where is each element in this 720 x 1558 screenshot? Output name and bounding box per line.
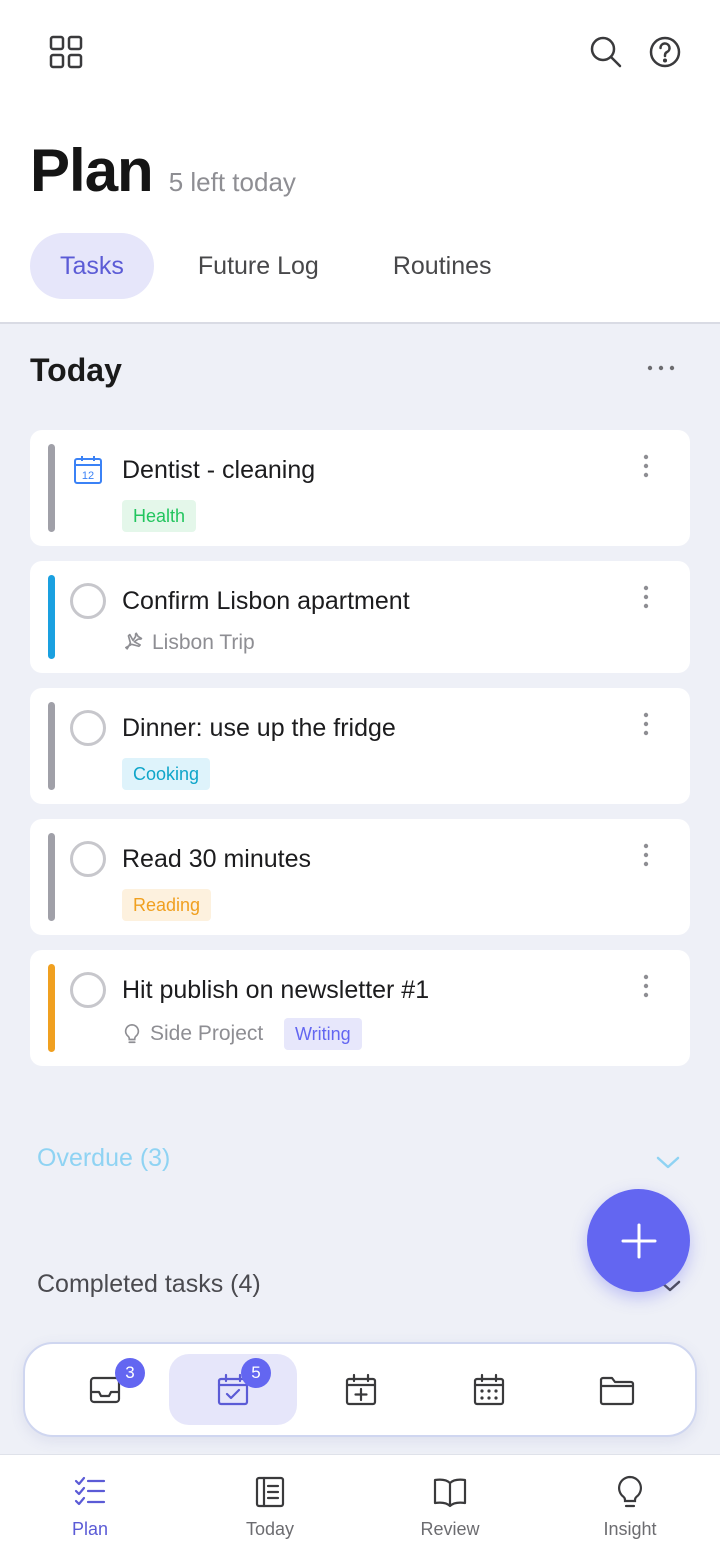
task-tag[interactable]: Cooking [122, 758, 211, 790]
task-title: Dentist - cleaning [122, 456, 316, 484]
inbox-badge: 3 [115, 1358, 145, 1388]
task-card[interactable]: Read 30 minutes Reading [30, 819, 690, 935]
help-button[interactable] [641, 28, 689, 76]
checklist-icon [74, 1476, 106, 1506]
task-card[interactable]: Dinner: use up the fridge Cooking [30, 688, 690, 804]
more-vertical-icon [643, 974, 649, 998]
dock-inbox[interactable]: 3 [41, 1354, 169, 1425]
task-menu-button[interactable] [630, 966, 662, 1006]
folder-icon [599, 1376, 635, 1405]
more-vertical-icon [643, 843, 649, 867]
task-card[interactable]: 12 Dentist - cleaning Health [30, 430, 690, 546]
nav-insight-label: Insight [603, 1519, 657, 1539]
tasks-left-count: 5 left today [168, 167, 296, 197]
help-icon [649, 36, 681, 68]
nav-insight[interactable]: Insight [570, 1475, 690, 1540]
tab-routines[interactable]: Routines [363, 233, 522, 299]
search-button[interactable] [582, 28, 630, 76]
task-project[interactable]: Lisbon Trip [122, 631, 255, 655]
priority-bar [48, 964, 55, 1052]
task-menu-button[interactable] [630, 577, 662, 617]
task-project-label: Side Project [150, 1022, 264, 1045]
add-task-button[interactable] [587, 1189, 690, 1292]
task-title: Hit publish on newsletter #1 [122, 976, 430, 1004]
overdue-group-toggle[interactable]: Overdue (3) [37, 1144, 170, 1173]
plus-icon [621, 1223, 656, 1258]
task-card[interactable]: Hit publish on newsletter #1 Side Projec… [30, 950, 690, 1066]
page-title: Plan [30, 137, 154, 204]
grid-icon [49, 35, 83, 69]
nav-review-label: Review [420, 1519, 480, 1539]
task-project-label: Lisbon Trip [152, 631, 255, 654]
priority-bar [48, 444, 55, 532]
svg-text:12: 12 [82, 470, 94, 482]
task-menu-button[interactable] [630, 704, 662, 744]
completed-group-toggle[interactable]: Completed tasks (4) [37, 1270, 261, 1299]
dock-today-tasks[interactable]: 5 [169, 1354, 297, 1425]
priority-bar [48, 833, 55, 921]
task-title: Confirm Lisbon apartment [122, 587, 410, 615]
top-bar [0, 0, 720, 110]
calendar-icon: 12 [74, 456, 102, 484]
priority-bar [48, 702, 55, 790]
task-menu-button[interactable] [630, 835, 662, 875]
task-checkbox[interactable] [70, 710, 106, 746]
more-vertical-icon [643, 454, 649, 478]
task-tag[interactable]: Writing [284, 1018, 362, 1050]
book-icon [433, 1478, 467, 1508]
task-menu-button[interactable] [630, 446, 662, 486]
tab-future-log[interactable]: Future Log [168, 233, 349, 299]
more-vertical-icon [643, 585, 649, 609]
task-checkbox[interactable] [70, 583, 106, 619]
search-icon [590, 36, 622, 68]
task-tag[interactable]: Health [122, 500, 197, 532]
task-card[interactable]: Confirm Lisbon apartment Lisbon Trip [30, 561, 690, 673]
nav-today[interactable]: Today [210, 1475, 330, 1540]
task-tag[interactable]: Reading [122, 889, 212, 921]
task-checkbox[interactable] [70, 841, 106, 877]
task-title: Read 30 minutes [122, 845, 312, 873]
calendar-plus-icon [345, 1373, 377, 1405]
task-title: Dinner: use up the fridge [122, 714, 396, 742]
tab-tasks[interactable]: Tasks [30, 233, 154, 299]
journal-icon [255, 1476, 285, 1508]
priority-bar [48, 575, 55, 659]
tab-bar: Tasks Future Log Routines [30, 233, 522, 299]
calendar-grid-icon [473, 1373, 505, 1405]
chevron-down-icon[interactable] [652, 1146, 684, 1178]
lightbulb-icon [124, 1024, 140, 1044]
page-header: Plan 5 left today [30, 136, 296, 205]
today-badge: 5 [241, 1358, 271, 1388]
more-horizontal-icon [647, 365, 675, 371]
quick-dock: 3 5 [23, 1342, 697, 1437]
nav-review[interactable]: Review [390, 1475, 510, 1540]
airplane-icon [125, 632, 143, 650]
dock-folder[interactable] [553, 1354, 681, 1425]
grid-menu-button[interactable] [42, 28, 90, 76]
bottom-navigation: Plan Today Review Insight [0, 1454, 720, 1558]
nav-today-label: Today [245, 1519, 295, 1539]
more-vertical-icon [643, 712, 649, 736]
nav-plan-label: Plan [71, 1519, 109, 1539]
nav-plan[interactable]: Plan [30, 1475, 150, 1540]
task-checkbox[interactable] [70, 972, 106, 1008]
section-more-button[interactable] [640, 348, 682, 388]
dock-calendar[interactable] [425, 1354, 553, 1425]
task-project[interactable]: Side Project [122, 1022, 263, 1046]
lightbulb-icon [618, 1475, 642, 1508]
section-title: Today [30, 352, 122, 388]
dock-add-event[interactable] [297, 1354, 425, 1425]
